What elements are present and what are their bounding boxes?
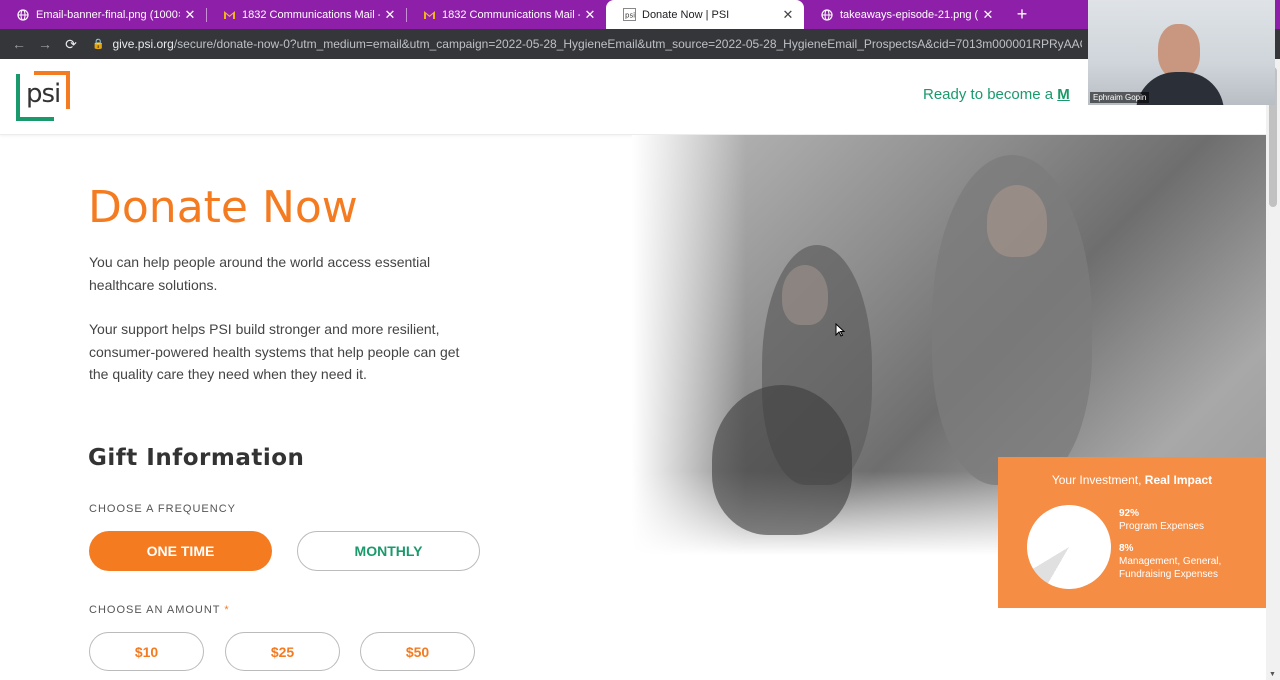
logo-green-bar [16,74,20,121]
amount-10-button[interactable]: $10 [89,632,204,671]
tab-title: Donate Now | PSI [642,8,730,21]
header-cta[interactable]: Ready to become a M [923,86,1070,103]
impact-panel: Your Investment, Real Impact 92% Program… [998,457,1266,608]
program-label: Program Expenses [1119,521,1205,532]
webcam-overlay: Ephraim Gopin [1088,0,1275,105]
amount-label-text: CHOOSE AN AMOUNT [89,604,221,616]
browser-tab[interactable]: takeaways-episode-21.png (1000 ✕ [804,0,1004,29]
person-head [1158,24,1200,78]
page-title: Donate Now [88,182,358,233]
back-arrow-icon[interactable]: ← [6,29,32,59]
management-pct: 8% [1119,543,1134,554]
psi-favicon: psi [622,8,636,22]
photo-figure [782,265,828,325]
logo-orange-bar [34,71,70,75]
site-header: psi Ready to become a M [0,59,1266,135]
impact-heading-bold: Real Impact [1144,473,1213,487]
lock-icon: 🔒 [92,38,105,50]
mouse-cursor-icon [835,323,845,337]
gift-information-heading: Gift Information [88,445,305,471]
address-bar[interactable]: 🔒 give.psi.org /secure/donate-now-0?utm_… [92,37,1082,51]
globe-icon [820,8,834,22]
globe-icon [16,8,30,22]
photo-figure [987,185,1047,257]
scroll-down-arrow-icon[interactable]: ▼ [1269,671,1276,678]
close-tab-icon[interactable]: ✕ [580,7,600,23]
photo-figure [712,385,852,535]
close-tab-icon[interactable]: ✕ [180,7,200,23]
page-scrollbar[interactable]: ▲ ▼ [1266,59,1280,680]
svg-text:psi: psi [625,12,635,20]
logo-orange-bar [66,71,70,109]
one-time-button[interactable]: ONE TIME [89,531,272,571]
browser-tab[interactable]: Email-banner-final.png (1000×65 ✕ [0,0,206,29]
browser-tab[interactable]: 1832 Communications Mail - Toc ✕ [406,0,606,29]
amount-50-button[interactable]: $50 [360,632,475,671]
expense-pie-chart [1011,489,1127,605]
close-tab-icon[interactable]: ✕ [380,7,400,23]
new-tab-button[interactable]: + [1010,0,1034,29]
url-host: give.psi.org [112,37,174,51]
amount-label: CHOOSE AN AMOUNT * [89,604,230,616]
browser-tab[interactable]: 1832 Communications Mail - Toc ✕ [206,0,406,29]
forward-arrow-icon[interactable]: → [32,29,58,59]
support-paragraph: Your support helps PSI build stronger an… [89,321,460,382]
program-expense-stat: 92% Program Expenses [1119,507,1204,533]
intro-paragraph: You can help people around the world acc… [89,254,431,293]
tab-title: 1832 Communications Mail - Toc [442,8,580,21]
psi-logo[interactable]: psi [16,71,70,121]
program-pct: 92% [1119,508,1140,519]
url-path: /secure/donate-now-0?utm_medium=email&ut… [173,37,1082,51]
webcam-name-label: Ephraim Gopin [1090,92,1150,103]
close-tab-icon[interactable]: ✕ [978,7,998,23]
logo-text: psi [26,79,61,109]
management-label: Management, General, Fundraising Expense… [1119,556,1222,580]
impact-heading-prefix: Your Investment, [1051,473,1145,487]
management-expense-stat: 8% Management, General, Fundraising Expe… [1119,542,1249,581]
tab-title: Email-banner-final.png (1000×65 [36,8,180,21]
reload-icon[interactable]: ⟳ [58,29,84,59]
impact-heading: Your Investment, Real Impact [998,473,1266,487]
amount-25-button[interactable]: $25 [225,632,340,671]
logo-green-bar [16,117,54,121]
monthly-button[interactable]: MONTHLY [297,531,480,571]
close-tab-icon[interactable]: ✕ [778,7,798,23]
browser-tab-active[interactable]: psi Donate Now | PSI ✕ [606,0,804,29]
header-cta-text: Ready to become a [923,86,1058,103]
gmail-icon [222,8,236,22]
required-asterisk: * [224,604,230,616]
header-cta-link[interactable]: M [1057,86,1070,103]
tab-title: 1832 Communications Mail - Toc [242,8,380,21]
gmail-icon [422,8,436,22]
web-page: psi Ready to become a M Donate Now You c… [0,59,1266,680]
tab-title: takeaways-episode-21.png (1000 [840,8,978,21]
frequency-label: CHOOSE A FREQUENCY [89,503,236,515]
